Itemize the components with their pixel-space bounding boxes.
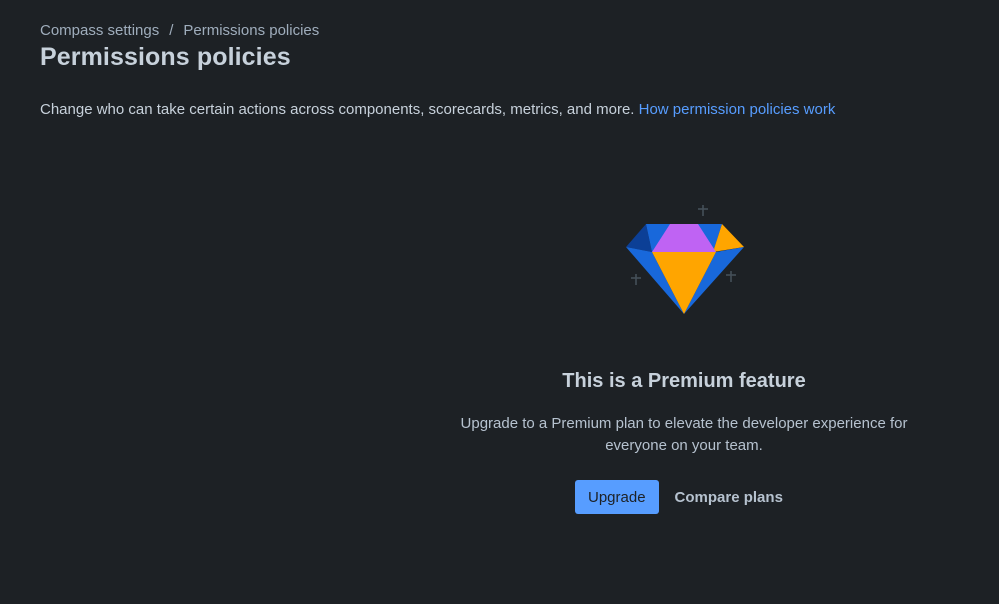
permissions-policies-page: Compass settings / Permissions policies … <box>0 0 999 604</box>
diamond-icon <box>626 205 744 314</box>
premium-feature-title: This is a Premium feature <box>562 370 806 392</box>
page-title: Permissions policies <box>40 43 291 71</box>
breadcrumb: Compass settings / Permissions policies <box>40 22 319 39</box>
help-link[interactable]: How permission policies work <box>639 101 836 118</box>
breadcrumb-permissions-policies[interactable]: Permissions policies <box>183 22 319 39</box>
compare-plans-button[interactable]: Compare plans <box>665 480 793 514</box>
breadcrumb-compass-settings[interactable]: Compass settings <box>40 22 159 39</box>
page-description-text: Change who can take certain actions acro… <box>40 101 635 118</box>
breadcrumb-separator: / <box>169 22 174 39</box>
premium-actions: Upgrade Compare plans <box>575 480 793 514</box>
page-description: Change who can take certain actions acro… <box>40 101 835 118</box>
premium-feature-description: Upgrade to a Premium plan to elevate the… <box>460 415 908 454</box>
upgrade-button[interactable]: Upgrade <box>575 480 659 514</box>
